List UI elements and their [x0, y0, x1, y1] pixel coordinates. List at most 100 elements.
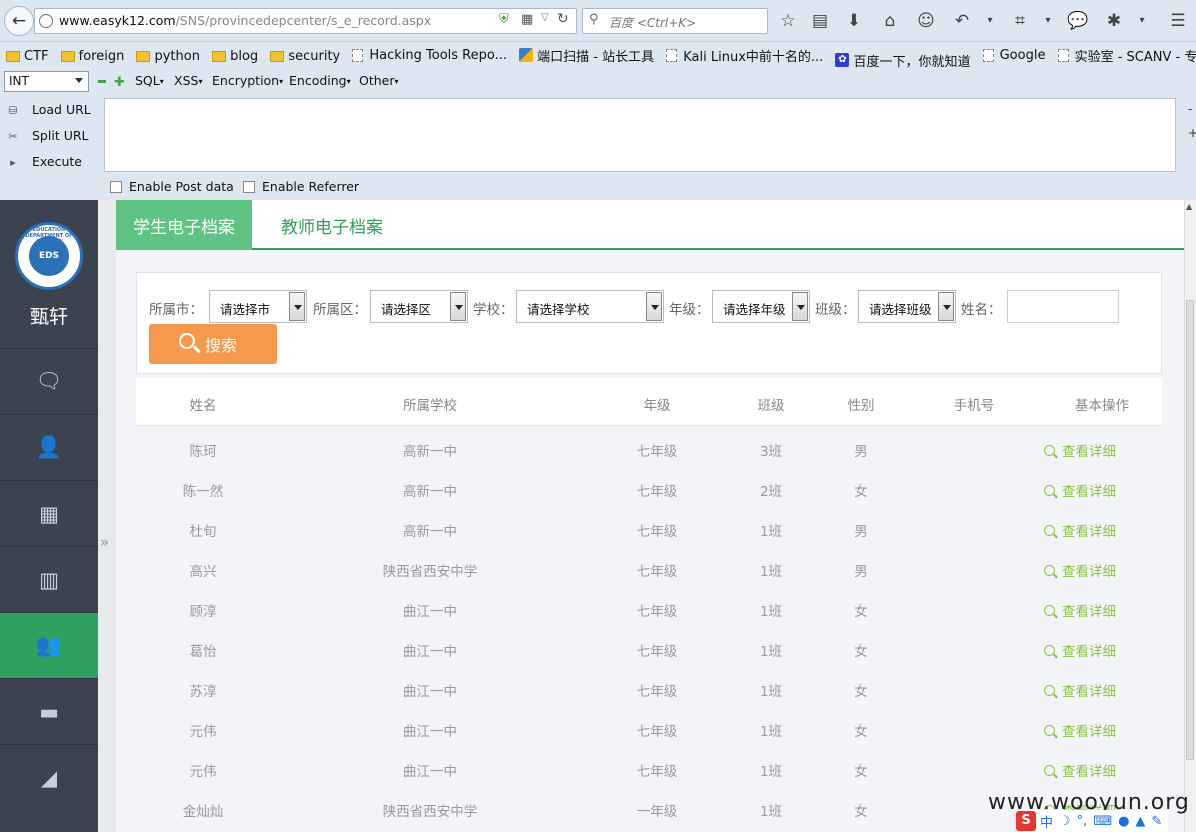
split-url-button[interactable]: ✂ Split URL	[6, 128, 88, 143]
plus-icon[interactable]: ✚	[114, 75, 125, 90]
bookmark-security[interactable]: security	[270, 44, 340, 70]
menu-other[interactable]: Other▾	[359, 73, 399, 88]
load-url-button[interactable]: ⛁ Load URL	[6, 102, 90, 117]
menu-encryption[interactable]: Encryption▾	[212, 73, 283, 88]
menu-label: SQL	[135, 73, 160, 88]
cell-grade: 一年级	[636, 804, 678, 820]
home-icon[interactable]: ⌂	[878, 10, 902, 32]
back-arrow-icon[interactable]: ←	[4, 6, 34, 36]
view-details-label: 查看详细	[1062, 524, 1116, 540]
cell-school: 曲江一中	[403, 764, 457, 780]
reload-icon[interactable]: ↻	[557, 11, 569, 27]
menu-label: Encoding	[289, 73, 347, 88]
undo-icon[interactable]: ↶	[950, 10, 974, 32]
load-url-icon: ⛁	[8, 103, 18, 117]
bug-dropdown-icon[interactable]: ▾	[1130, 10, 1154, 32]
table-header: 姓名 所属学校 年级 班级 性别 手机号 基本操作	[136, 378, 1162, 426]
cell-gender: 女	[854, 724, 868, 740]
menu-encoding[interactable]: Encoding▾	[289, 73, 351, 88]
class-select[interactable]: 请选择班级	[858, 290, 956, 323]
menu-sql[interactable]: SQL▾	[135, 73, 164, 88]
bookmark-python[interactable]: python	[136, 44, 200, 70]
crop-icon[interactable]: ⌗	[1008, 10, 1032, 32]
scroll-up-icon[interactable]: ▲	[1186, 202, 1192, 211]
enable-post-label: Enable Post data	[129, 179, 234, 194]
search-button[interactable]: 搜索	[149, 324, 277, 364]
reading-list-icon[interactable]: ▤	[808, 10, 832, 32]
view-details-link[interactable]: 查看详细	[1044, 600, 1116, 620]
search-bar[interactable]: ⚲ 百度 <Ctrl+K>	[582, 8, 768, 34]
view-details-link[interactable]: 查看详细	[1044, 520, 1116, 540]
bookmark-google[interactable]: Google	[982, 43, 1045, 69]
bookmark-hacking-tools[interactable]: Hacking Tools Repo...	[352, 43, 507, 69]
city-select[interactable]: 请选择市	[209, 290, 307, 323]
search-icon	[1044, 764, 1055, 776]
chat-icon[interactable]: 💬	[1066, 10, 1090, 32]
caret-icon: ▾	[279, 77, 284, 86]
sidebar-item-calendar[interactable]: ▦	[0, 480, 98, 546]
view-details-link[interactable]: 查看详细	[1044, 440, 1116, 460]
bookmark-kali[interactable]: Kali Linux中前十名的...	[666, 43, 823, 69]
url-text[interactable]: www.easyk12.com/SNS/provincedepcenter/s_…	[59, 13, 431, 28]
minus-icon[interactable]	[98, 80, 106, 83]
expand-icon[interactable]: +	[1188, 126, 1196, 140]
smiley-icon[interactable]: ☺	[914, 10, 938, 32]
bookmark-port-scan[interactable]: 端口扫描 - 站长工具	[519, 42, 654, 68]
scissors-icon: ✂	[8, 129, 18, 143]
shrink-icon[interactable]: -	[1188, 102, 1192, 116]
folder-icon	[6, 51, 20, 62]
view-details-link[interactable]: 查看详细	[1044, 640, 1116, 660]
bookmark-label: security	[288, 49, 341, 64]
bookmark-blog[interactable]: blog	[212, 44, 258, 70]
tab-teacher-records[interactable]: 教师电子档案	[260, 200, 404, 250]
undo-dropdown-icon[interactable]: ▾	[978, 10, 1002, 32]
menu-xss[interactable]: XSS▾	[174, 73, 202, 88]
district-select[interactable]: 请选择区	[370, 290, 468, 323]
int-select[interactable]: INT	[4, 71, 89, 92]
hackbar-url-textarea[interactable]	[104, 98, 1176, 172]
url-bar[interactable]: www.easyk12.com/SNS/provincedepcenter/s_…	[34, 8, 577, 34]
sidebar-item-messages[interactable]: 🗨	[0, 348, 98, 414]
shield-icon[interactable]: ⛨	[499, 12, 509, 27]
sidebar-item-folder[interactable]: ▬	[0, 678, 98, 744]
sidebar-item-building[interactable]: ▥	[0, 546, 98, 612]
view-details-label: 查看详细	[1062, 684, 1116, 700]
sidebar-splitter[interactable]	[98, 200, 116, 832]
bookmark-foreign[interactable]: foreign	[60, 44, 124, 70]
bookmark-ctf[interactable]: CTF	[6, 44, 49, 70]
chevron-down-icon	[75, 78, 83, 83]
bug-icon[interactable]: ✱	[1102, 10, 1126, 32]
bookmark-star-icon[interactable]: ☆	[776, 10, 800, 32]
execute-button[interactable]: ▸ Execute	[6, 154, 82, 169]
enable-post-checkbox[interactable]: Enable Post data	[110, 179, 234, 194]
double-chevron-right-icon[interactable]: »	[100, 533, 109, 551]
crop-dropdown-icon[interactable]: ▾	[1036, 10, 1060, 32]
sidebar-item-users[interactable]: 👥	[0, 612, 98, 678]
ime-toolbar[interactable]: S 中 ☽ °, ⌨ ● ▲ ✎	[1016, 810, 1169, 832]
grade-select[interactable]: 请选择年级	[712, 290, 810, 323]
sidebar-item-chart[interactable]: ◢	[0, 744, 98, 810]
sidebar-item-user-settings[interactable]: 👤	[0, 414, 98, 480]
view-details-link[interactable]: 查看详细	[1044, 680, 1116, 700]
wrench-icon: ✎	[1151, 813, 1163, 829]
cell-name: 金灿灿	[182, 804, 224, 820]
url-dropdown-icon[interactable]: ▽	[541, 12, 549, 23]
enable-referrer-checkbox[interactable]: Enable Referrer	[243, 179, 359, 194]
school-select[interactable]: 请选择学校	[516, 290, 664, 323]
cell-grade: 七年级	[636, 524, 678, 540]
view-details-link[interactable]: 查看详细	[1044, 720, 1116, 740]
view-details-link[interactable]: 查看详细	[1044, 560, 1116, 580]
qr-code-icon[interactable]: ▦	[521, 12, 533, 27]
bookmarks-bar: CTF foreign python blog security Hacking…	[0, 42, 1196, 70]
menu-icon[interactable]: ☰	[1166, 10, 1190, 32]
download-icon[interactable]: ⬇	[842, 10, 866, 32]
filter-panel: 所属市： 请选择市 所属区： 请选择区 学校： 请选择学校 年级： 请选择年级 …	[136, 272, 1162, 374]
name-input[interactable]	[1007, 290, 1119, 323]
url-path: /SNS/provincedepcenter/s_e_record.aspx	[175, 13, 432, 28]
tab-student-records[interactable]: 学生电子档案	[116, 200, 252, 250]
scrollbar-thumb[interactable]	[1186, 300, 1194, 760]
bookmark-scanv[interactable]: 实验室 - SCANV - 专...	[1057, 43, 1196, 69]
cell-gender: 女	[854, 604, 868, 620]
view-details-link[interactable]: 查看详细	[1044, 760, 1116, 780]
view-details-link[interactable]: 查看详细	[1044, 480, 1116, 500]
